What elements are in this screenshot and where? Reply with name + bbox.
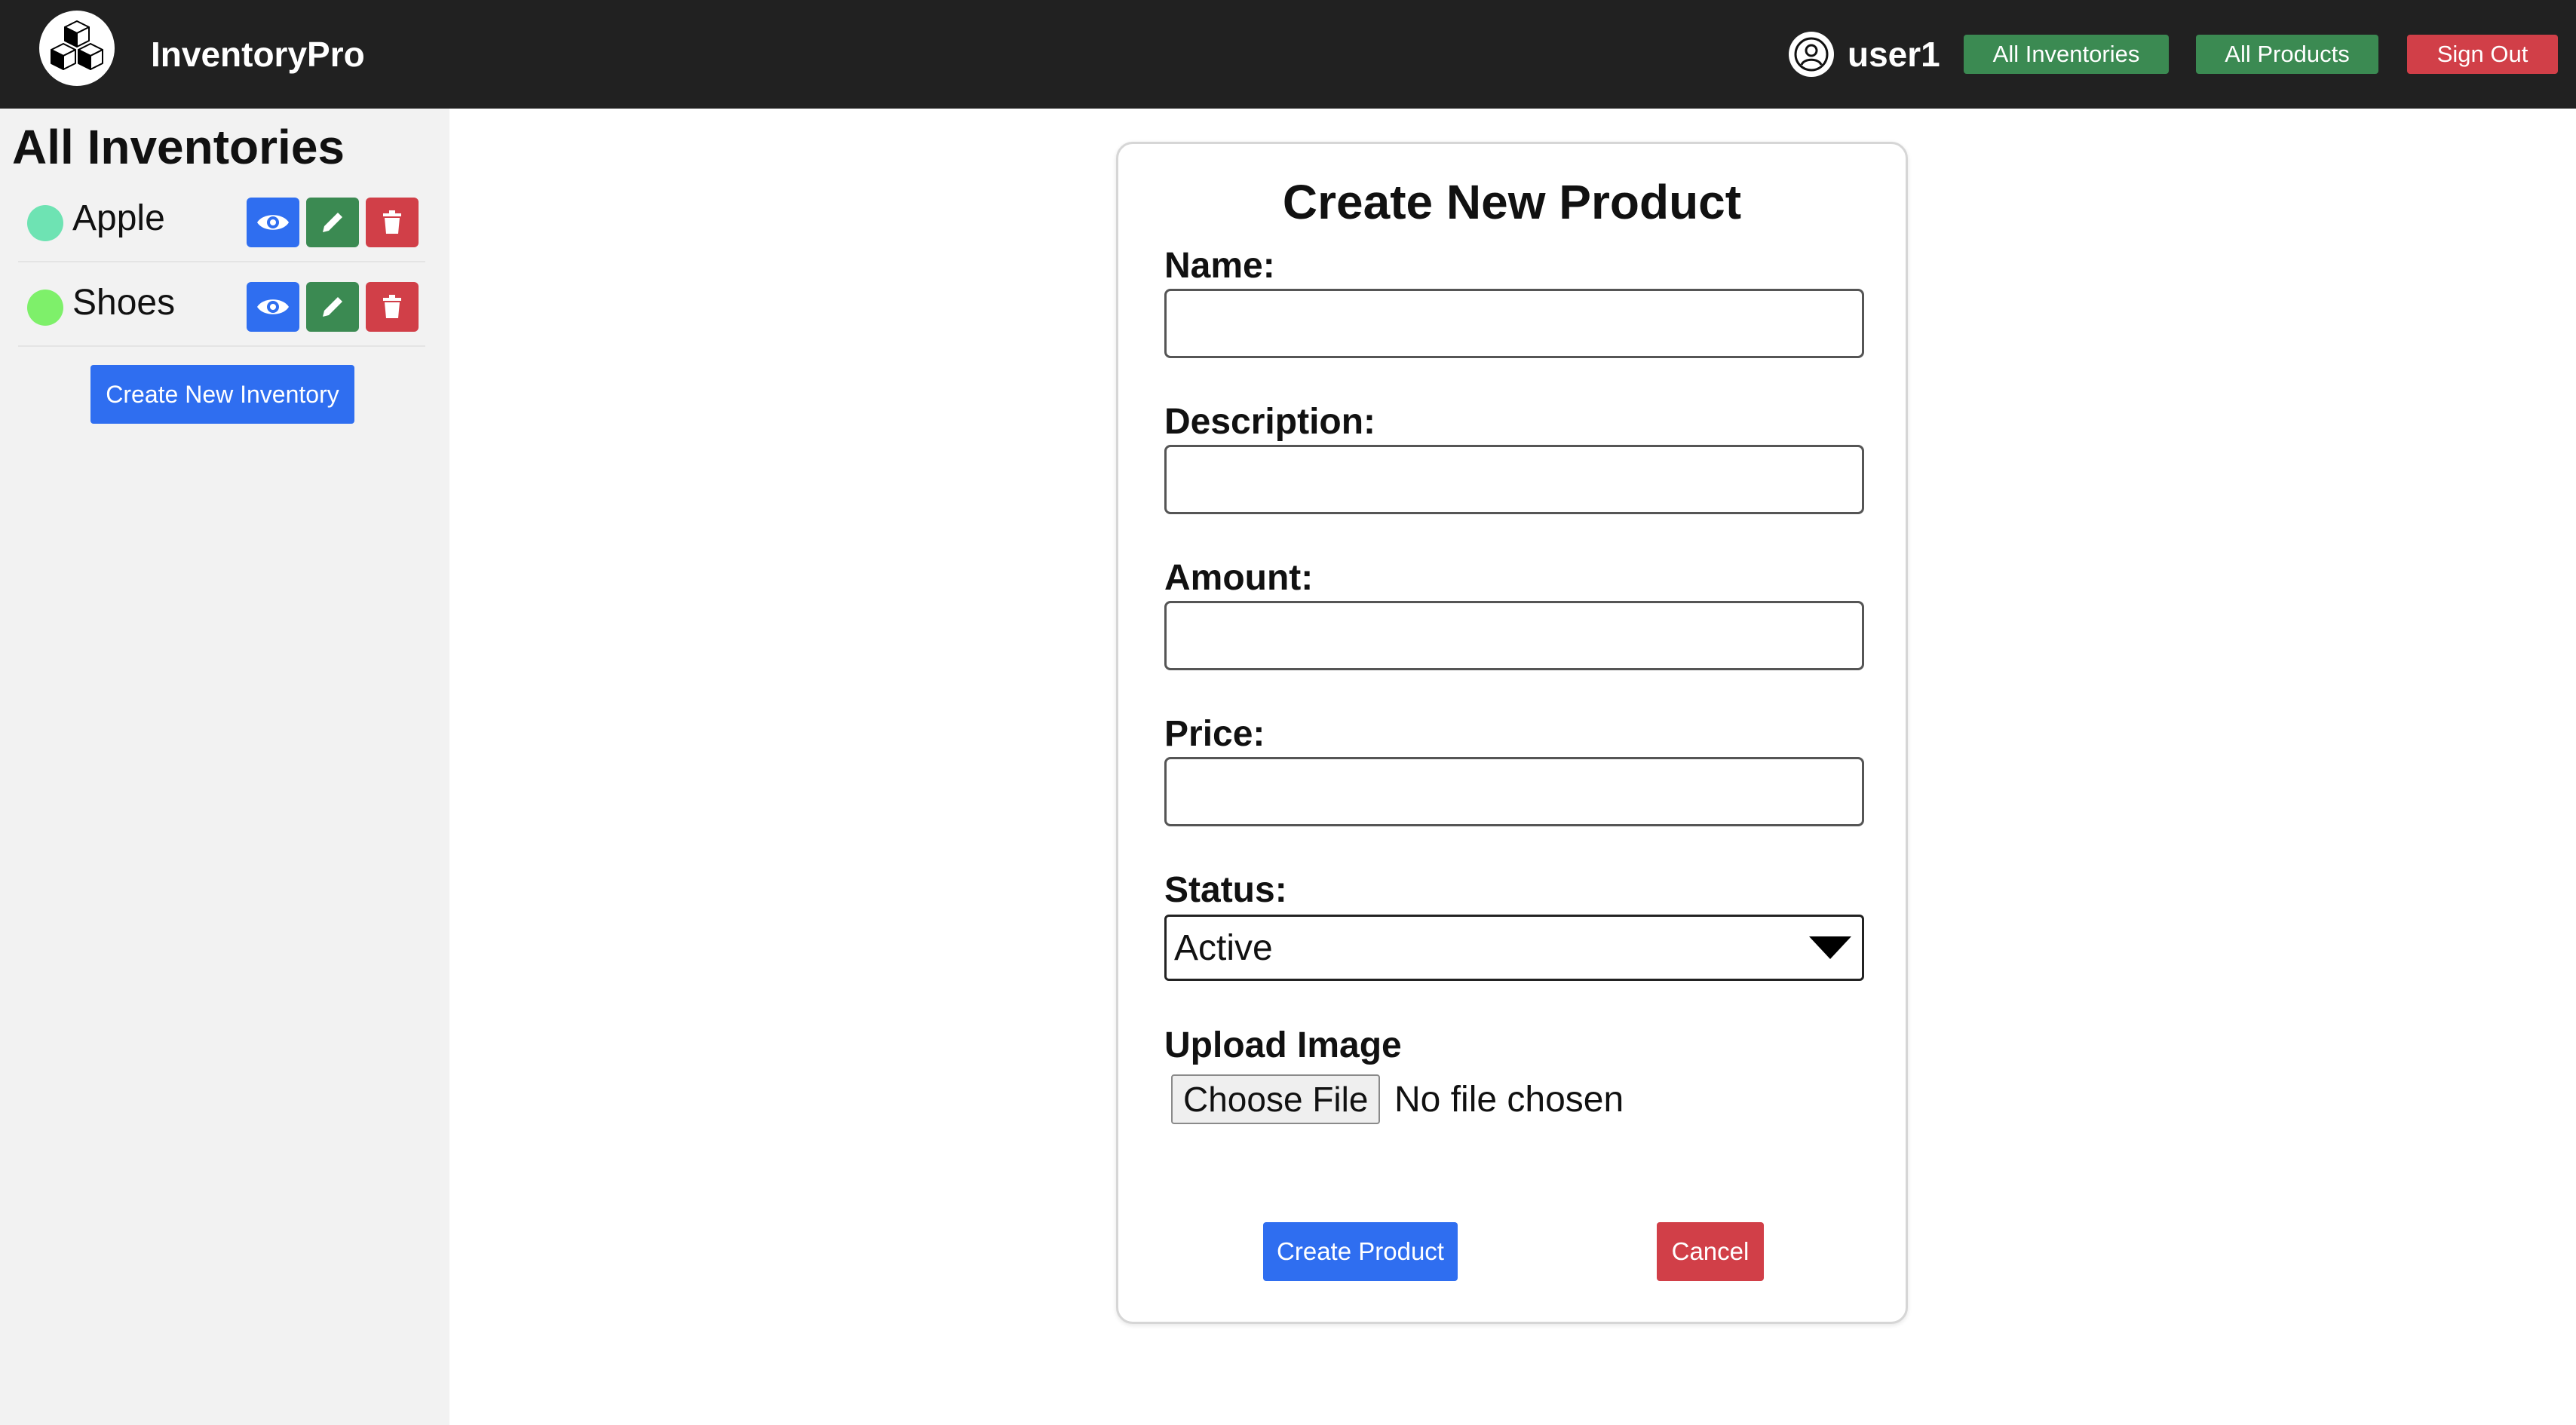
price-label: Price: xyxy=(1164,714,1265,754)
file-status-text: No file chosen xyxy=(1394,1080,1624,1120)
pencil-icon xyxy=(323,213,342,232)
delete-inventory-button[interactable] xyxy=(366,282,419,332)
user-name: user1 xyxy=(1848,35,1940,74)
trash-icon xyxy=(383,295,401,318)
all-inventories-button[interactable]: All Inventories xyxy=(1964,35,2169,74)
view-inventory-button[interactable] xyxy=(247,198,299,247)
inventory-name: Shoes xyxy=(72,283,176,323)
eye-icon xyxy=(257,215,289,230)
name-input[interactable] xyxy=(1164,289,1864,358)
inventory-item-apple[interactable]: Apple xyxy=(18,181,425,262)
create-new-inventory-button[interactable]: Create New Inventory xyxy=(90,365,354,424)
brand-name: InventoryPro xyxy=(151,35,365,74)
status-selected-value: Active xyxy=(1174,928,1273,968)
amount-input[interactable] xyxy=(1164,601,1864,670)
description-input[interactable] xyxy=(1164,445,1864,514)
create-product-form: Create New Product Name: Description: Am… xyxy=(1116,142,1908,1324)
choose-file-button[interactable]: Choose File xyxy=(1171,1074,1381,1124)
user-menu[interactable]: user1 xyxy=(1789,30,1940,78)
pencil-icon xyxy=(323,297,342,317)
eye-icon xyxy=(257,299,289,314)
cancel-button[interactable]: Cancel xyxy=(1657,1222,1764,1281)
status-label: Status: xyxy=(1164,870,1287,910)
cubes-icon[interactable] xyxy=(39,11,115,86)
caret-down-icon xyxy=(1809,936,1851,959)
edit-inventory-button[interactable] xyxy=(306,282,359,332)
inventory-name: Apple xyxy=(72,198,165,238)
user-avatar-icon xyxy=(1789,32,1834,77)
delete-inventory-button[interactable] xyxy=(366,198,419,247)
status-select[interactable]: Active xyxy=(1164,915,1864,981)
amount-label: Amount: xyxy=(1164,558,1314,598)
name-label: Name: xyxy=(1164,246,1275,286)
create-product-button[interactable]: Create Product xyxy=(1263,1222,1458,1281)
all-products-button[interactable]: All Products xyxy=(2196,35,2378,74)
form-title: Create New Product xyxy=(1282,175,1742,229)
inventory-color-dot xyxy=(27,205,63,241)
inventory-color-dot xyxy=(27,290,63,326)
top-navbar: InventoryPro user1 All Inventories All P… xyxy=(0,0,2576,109)
description-label: Description: xyxy=(1164,402,1376,442)
price-input[interactable] xyxy=(1164,757,1864,826)
edit-inventory-button[interactable] xyxy=(306,198,359,247)
inventory-item-shoes[interactable]: Shoes xyxy=(18,265,425,347)
sidebar-title: All Inventories xyxy=(12,120,345,174)
sign-out-button[interactable]: Sign Out xyxy=(2407,35,2558,74)
trash-icon xyxy=(383,210,401,234)
view-inventory-button[interactable] xyxy=(247,282,299,332)
upload-image-label: Upload Image xyxy=(1164,1025,1402,1065)
sidebar: All Inventories Apple Shoes Create New I… xyxy=(0,109,449,1425)
